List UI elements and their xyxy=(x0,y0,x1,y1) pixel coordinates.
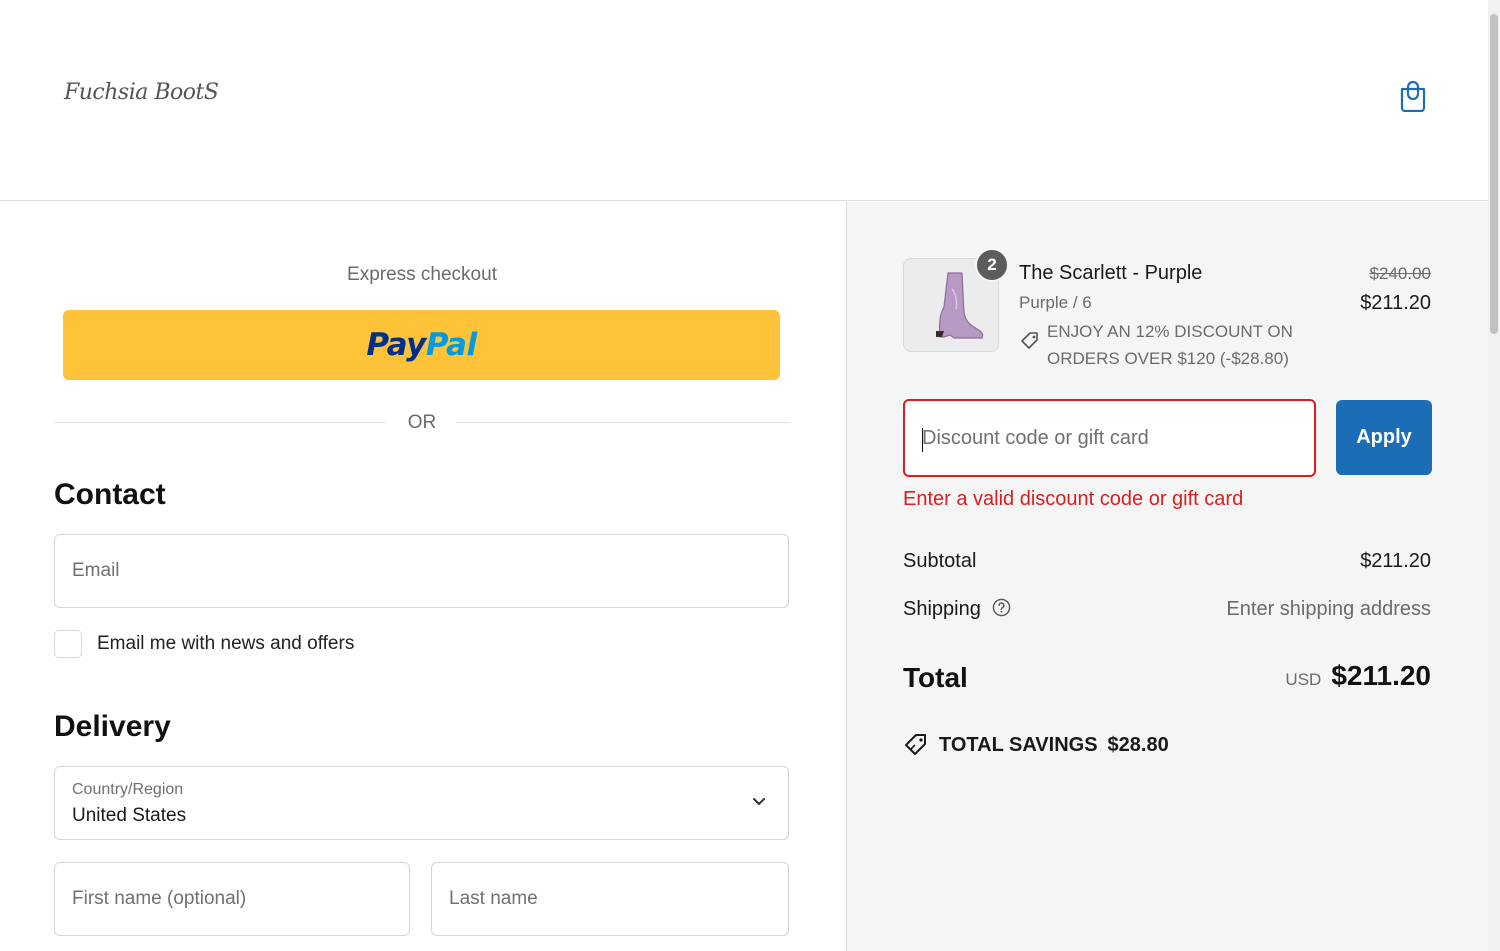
paypal-button[interactable]: PayPal xyxy=(63,310,780,380)
or-divider: OR xyxy=(54,408,790,438)
product-variant: Purple / 6 xyxy=(1019,293,1092,312)
email-field[interactable] xyxy=(54,534,789,608)
total-savings: TOTAL SAVINGS $28.80 xyxy=(903,732,1169,758)
savings-amount: $28.80 xyxy=(1107,733,1169,756)
email-input[interactable] xyxy=(55,535,788,607)
total-label: Total xyxy=(903,662,968,693)
shopping-bag-icon[interactable] xyxy=(1398,80,1428,112)
order-summary: 2 The Scarlett - Purple Purple / 6 ENJOY… xyxy=(846,202,1488,951)
store-logo[interactable]: Fuchsia BootS xyxy=(64,80,219,105)
country-label: Country/Region xyxy=(72,781,184,798)
newsletter-row[interactable]: Email me with news and offers xyxy=(54,630,354,658)
last-name-input[interactable] xyxy=(432,863,788,935)
total-value-group: USD $211.20 xyxy=(1285,660,1431,692)
original-price: $240.00 xyxy=(1369,264,1431,283)
shipping-label: Shipping xyxy=(903,598,981,620)
last-name-field[interactable] xyxy=(431,862,789,936)
page-scrollbar[interactable] xyxy=(1488,0,1500,951)
product-name: The Scarlett - Purple xyxy=(1019,262,1203,284)
site-header: Fuchsia BootS xyxy=(0,0,1488,201)
paypal-logo: PayPal xyxy=(366,327,477,363)
contact-heading: Contact xyxy=(54,478,166,511)
currency-code: USD xyxy=(1285,670,1322,689)
shipping-value: Enter shipping address xyxy=(1226,598,1431,620)
delivery-heading: Delivery xyxy=(54,710,171,743)
quantity-badge: 2 xyxy=(975,248,1009,282)
scrollbar-thumb[interactable] xyxy=(1490,14,1498,334)
final-price: $211.20 xyxy=(1360,292,1431,314)
checkout-form-column: Express checkout PayPal OR Contact Email… xyxy=(0,202,846,951)
discount-code-field[interactable] xyxy=(903,399,1316,477)
first-name-input[interactable] xyxy=(55,863,409,935)
first-name-field[interactable] xyxy=(54,862,410,936)
country-select[interactable]: Country/Region United States xyxy=(54,766,789,840)
discount-error-message: Enter a valid discount code or gift card xyxy=(903,488,1244,510)
express-checkout-title: Express checkout xyxy=(347,264,497,285)
subtotal-label: Subtotal xyxy=(903,550,977,572)
savings-label: TOTAL SAVINGS xyxy=(939,733,1098,756)
subtotal-value: $211.20 xyxy=(1360,550,1431,572)
discount-tag-icon xyxy=(905,734,926,755)
product-discount-note: ENJOY AN 12% DISCOUNT ON ORDERS OVER $12… xyxy=(1019,318,1307,372)
tag-icon xyxy=(1021,332,1038,349)
text-caret xyxy=(922,428,923,452)
shipping-row-label: Shipping xyxy=(903,598,1011,621)
discount-code-input[interactable] xyxy=(905,401,1314,475)
newsletter-label[interactable]: Email me with news and offers xyxy=(97,633,354,655)
apply-discount-button[interactable]: Apply xyxy=(1336,400,1432,475)
chevron-down-icon[interactable] xyxy=(752,797,766,807)
help-circle-icon[interactable] xyxy=(992,598,1011,617)
newsletter-checkbox[interactable] xyxy=(54,630,82,658)
country-value[interactable]: United States xyxy=(72,805,186,827)
total-amount: $211.20 xyxy=(1331,660,1431,691)
